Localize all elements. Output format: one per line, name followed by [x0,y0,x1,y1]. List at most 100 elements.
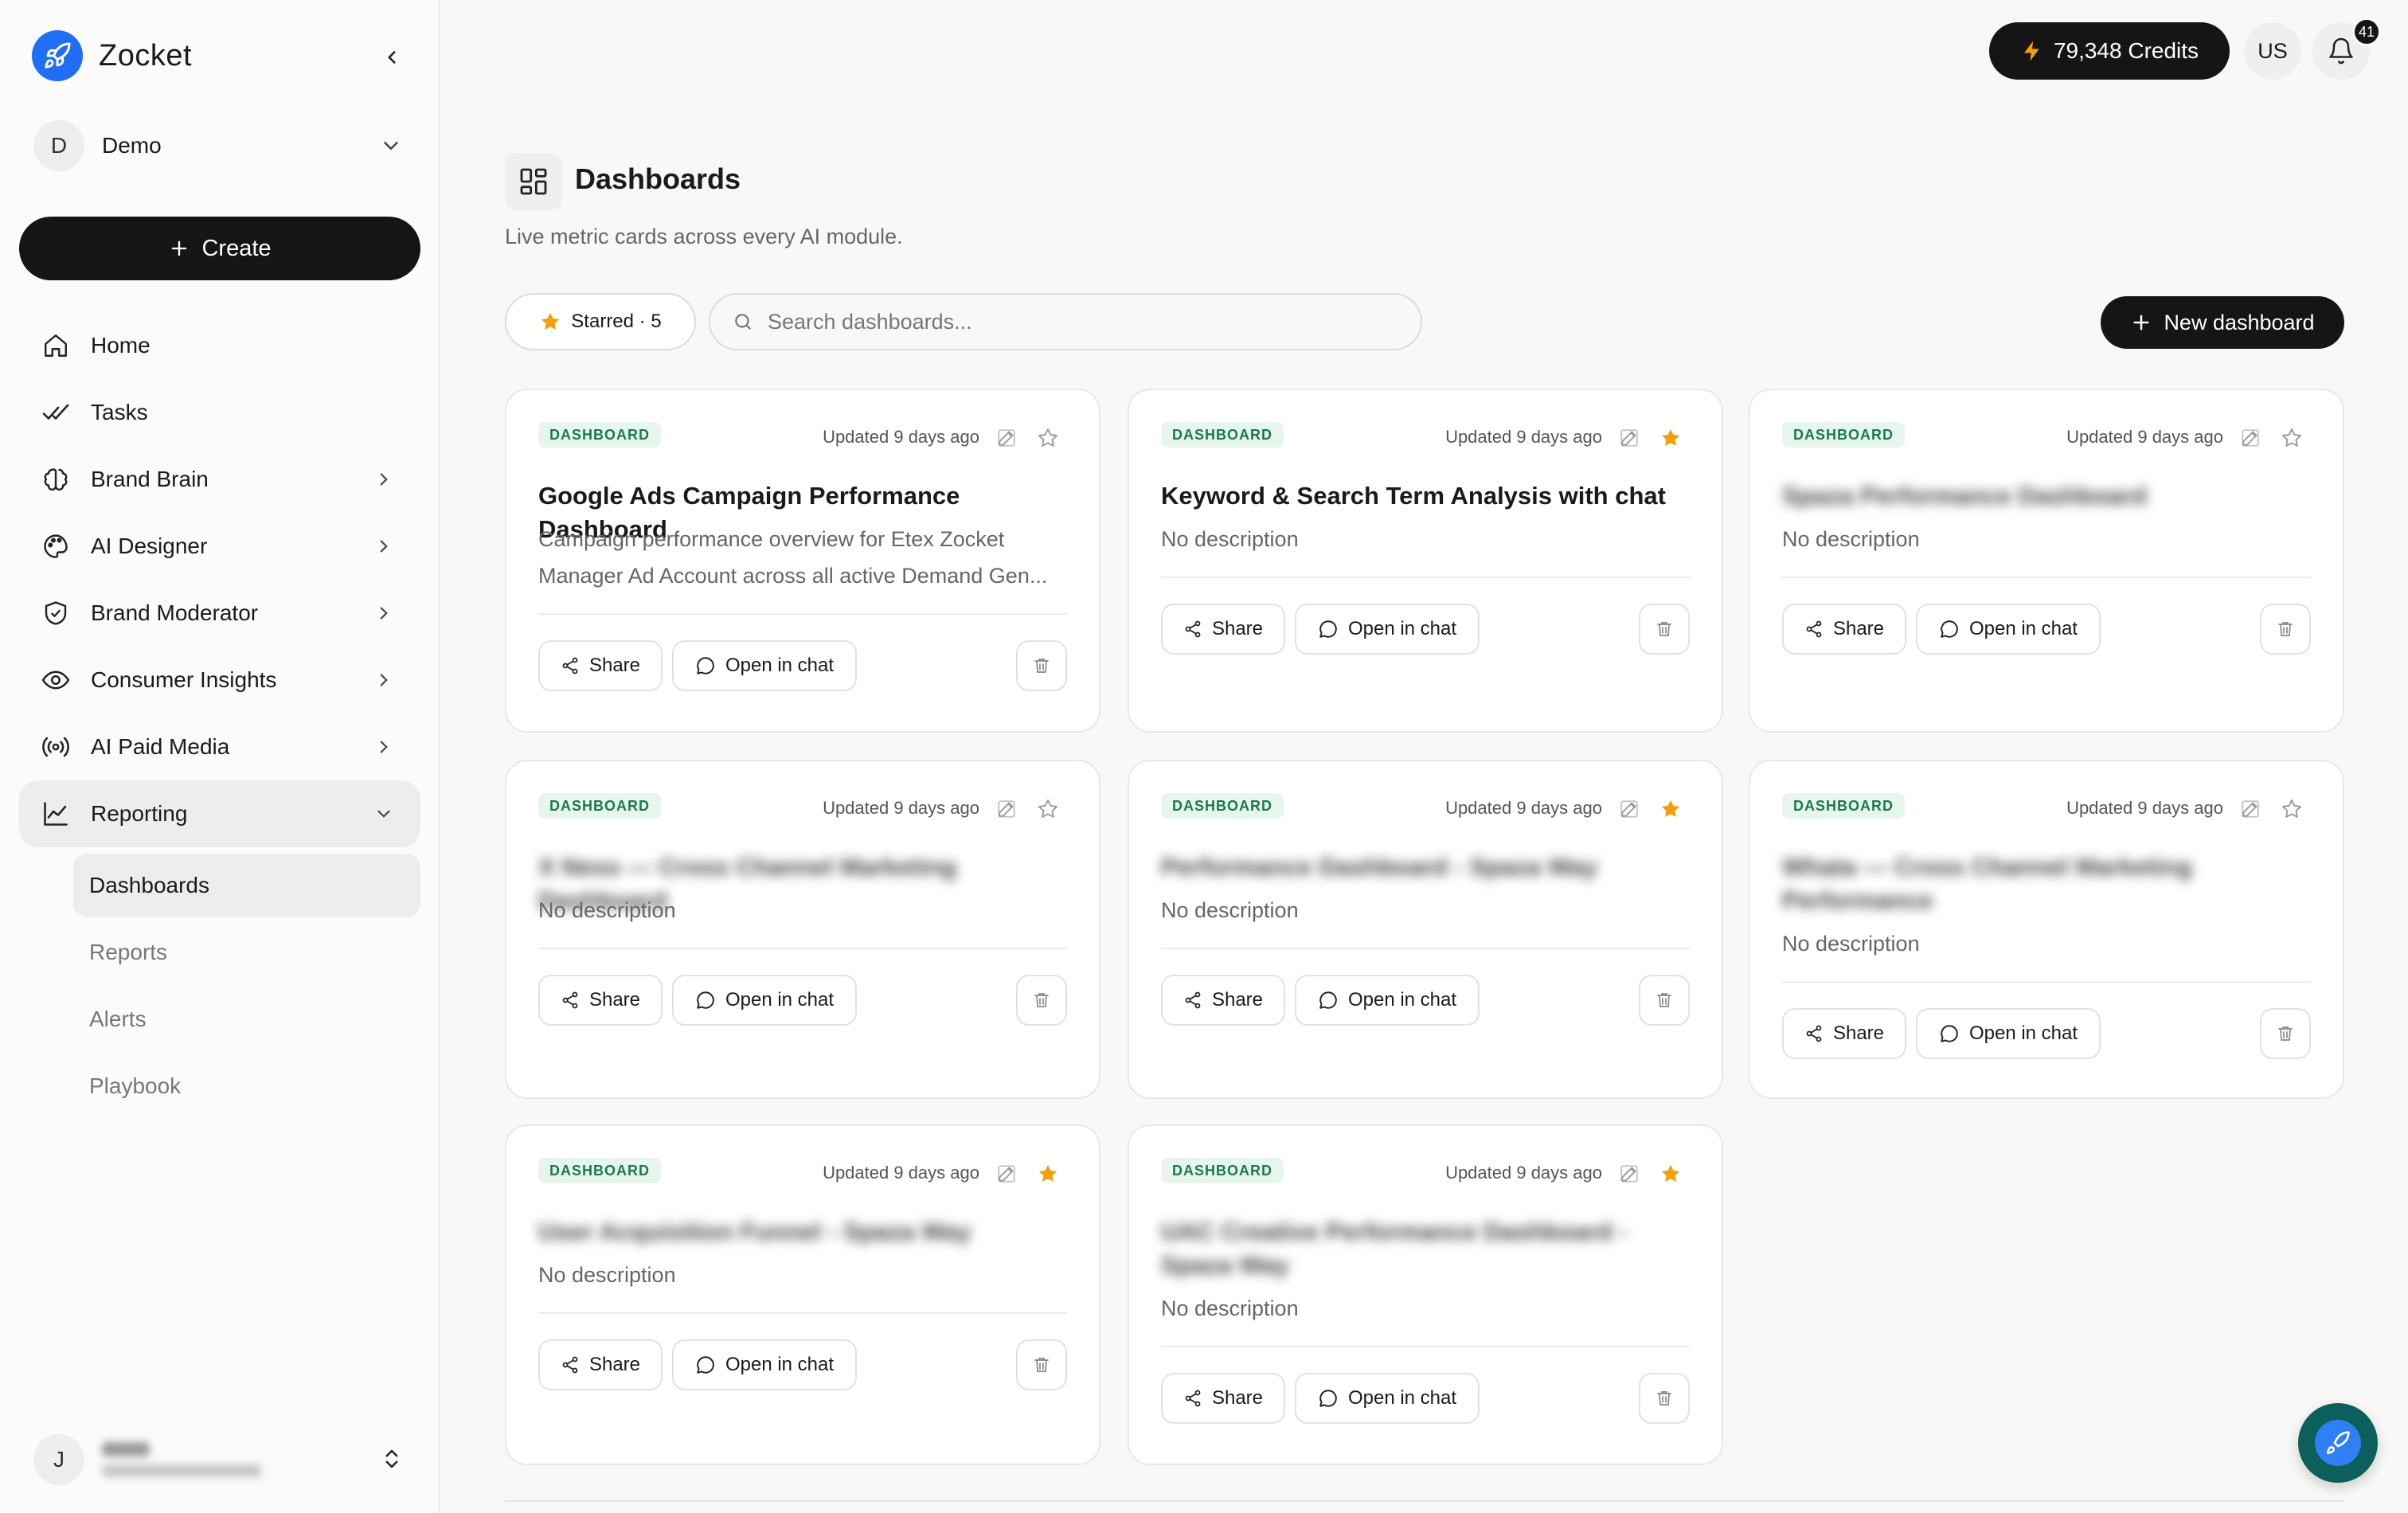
sidebar-item-reporting[interactable]: Reporting [19,780,420,847]
search-icon [735,314,751,330]
dashboard-badge: DASHBOARD [538,422,661,448]
star-outline-icon[interactable] [1035,796,1061,822]
chat-bubble-icon [1941,1025,1958,1042]
search-field[interactable] [709,293,1422,350]
delete-button[interactable] [1639,1373,1690,1424]
star-filled-icon[interactable] [1035,1161,1061,1187]
share-button[interactable]: Share [538,640,663,691]
sidebar-item-home[interactable]: Home [19,312,420,379]
dashboard-card[interactable]: DASHBOARD Updated 9 days ago Spaza Perform… [1749,389,2344,733]
dashboard-title[interactable]: User Acquisition Funnel - Spaza Way [538,1215,1067,1249]
dashboard-card[interactable]: DASHBOARD Updated 9 days ago Whata — Cross… [1749,760,2344,1099]
star-outline-icon[interactable] [1035,425,1061,451]
starred-filter-button[interactable]: Starred · 5 [505,293,696,350]
user-menu[interactable]: J [33,1433,408,1486]
star-filled-icon [541,312,560,330]
dashboard-card[interactable]: DASHBOARD Updated 9 days ago User Acquisit… [505,1124,1100,1465]
dashboard-card[interactable]: DASHBOARD Updated 9 days ago Performance D… [1128,760,1723,1099]
share-button[interactable]: Share [1161,1373,1285,1424]
share-button[interactable]: Share [1161,975,1285,1026]
divider [538,948,1067,949]
share-label: Share [1832,1022,1885,1044]
dashboard-title[interactable]: Whata — Cross Channel Marketing Performa… [1782,850,2311,917]
sidebar-item-brand-brain[interactable]: Brand Brain [19,446,420,513]
star-outline-icon[interactable] [2279,425,2304,451]
share-button[interactable]: Share [538,1339,663,1390]
open-in-chat-button[interactable]: Open in chat [1916,604,2101,655]
open-in-chat-button[interactable]: Open in chat [672,640,857,691]
user-info-redacted [102,1442,261,1477]
dashboard-card[interactable]: DASHBOARD Updated 9 days ago UAC Creative … [1128,1124,1723,1465]
sidebar-item-tasks[interactable]: Tasks [19,379,420,446]
edit-icon[interactable] [2238,796,2263,822]
edit-icon[interactable] [994,796,1019,822]
star-filled-icon[interactable] [1658,796,1683,822]
dashboard-card[interactable]: DASHBOARD Updated 9 days ago X Ness — Cros… [505,760,1100,1099]
open-in-chat-button[interactable]: Open in chat [1295,975,1480,1026]
edit-icon[interactable] [2238,425,2263,451]
dashboard-title[interactable]: Spaza Performance Dashboard [1782,479,2311,513]
sidebar-subitem-alerts[interactable]: Alerts [73,987,420,1051]
dashboard-title[interactable]: Performance Dashboard - Spaza Way [1161,850,1690,884]
trash-icon [1034,993,1049,1007]
chat-bubble-icon [1319,991,1337,1009]
dashboard-description: No description [538,1263,676,1287]
dashboard-card[interactable]: DASHBOARD Updated 9 days ago Google Ads Ca… [505,389,1100,733]
delete-button[interactable] [1639,975,1690,1026]
share-button[interactable]: Share [1782,1008,1906,1059]
share-button[interactable]: Share [538,975,663,1026]
collapse-sidebar-button[interactable] [374,40,409,75]
sidebar-item-brand-moderator[interactable]: Brand Moderator [19,580,420,647]
edit-icon[interactable] [994,1161,1019,1187]
sidebar-subitem-reports[interactable]: Reports [73,921,420,984]
delete-button[interactable] [1016,640,1067,691]
credits-button[interactable]: 79,348 Credits [1989,22,2230,80]
star-filled-icon[interactable] [1658,425,1683,451]
sidebar-item-label: AI Paid Media [91,734,230,759]
updated-time: Updated 9 days ago [2066,798,2223,818]
workspace-avatar: D [33,120,84,171]
edit-icon[interactable] [1616,796,1642,822]
dashboard-title[interactable]: UAC Creative Performance Dashboard - Spa… [1161,1215,1690,1282]
open-in-chat-button[interactable]: Open in chat [672,975,857,1026]
open-in-chat-button[interactable]: Open in chat [1916,1008,2101,1059]
brand[interactable]: Zocket [32,30,192,81]
dashboard-card[interactable]: DASHBOARD Updated 9 days ago Keyword & Sea… [1128,389,1723,733]
sidebar-item-consumer-insights[interactable]: Consumer Insights [19,647,420,713]
edit-icon[interactable] [994,425,1019,451]
dashboard-title[interactable]: Keyword & Search Term Analysis with chat [1161,479,1690,513]
page-title: Dashboards [575,162,741,195]
open-in-chat-button[interactable]: Open in chat [1295,1373,1480,1424]
assistant-fab-button[interactable] [2298,1403,2378,1483]
chat-bubble-icon [1319,620,1337,638]
share-button[interactable]: Share [1161,604,1285,655]
region-button[interactable]: US [2244,22,2301,80]
delete-button[interactable] [2260,604,2311,655]
sidebar-subitem-dashboards[interactable]: Dashboards [73,854,420,917]
delete-button[interactable] [2260,1008,2311,1059]
new-dashboard-button[interactable]: New dashboard [2101,296,2344,349]
trash-icon [1657,1391,1671,1405]
edit-icon[interactable] [1616,425,1642,451]
star-outline-icon[interactable] [2279,796,2304,822]
delete-button[interactable] [1016,1339,1067,1390]
eye-icon [40,664,72,696]
star-filled-icon[interactable] [1658,1161,1683,1187]
dashboard-description: No description [1161,898,1299,922]
notification-count-badge: 41 [2352,18,2381,46]
chevrons-up-down-icon [376,1443,408,1475]
dashboard-description: No description [538,898,676,922]
sidebar-subitem-playbook[interactable]: Playbook [73,1054,420,1118]
open-in-chat-button[interactable]: Open in chat [1295,604,1480,655]
share-button[interactable]: Share [1782,604,1906,655]
workspace-switcher[interactable]: D Demo [33,119,408,172]
sidebar-item-ai-paid-media[interactable]: AI Paid Media [19,713,420,780]
delete-button[interactable] [1016,975,1067,1026]
open-in-chat-button[interactable]: Open in chat [672,1339,857,1390]
sidebar-item-ai-designer[interactable]: AI Designer [19,513,420,580]
edit-icon[interactable] [1616,1161,1642,1187]
create-button[interactable]: Create [19,217,420,280]
lightning-icon [2023,41,2039,61]
delete-button[interactable] [1639,604,1690,655]
search-input[interactable] [768,309,1405,334]
